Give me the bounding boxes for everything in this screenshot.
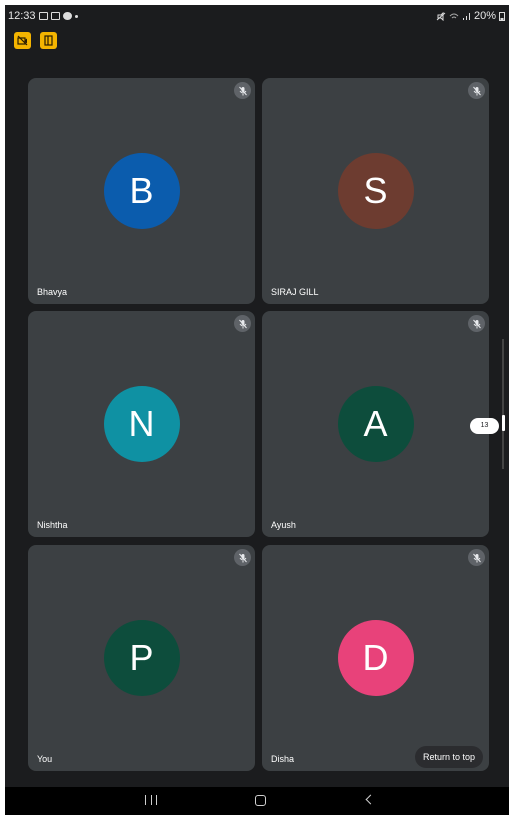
signal-icon bbox=[462, 12, 470, 20]
mute-icon bbox=[436, 11, 446, 21]
participant-tile[interactable]: N Nishtha bbox=[28, 311, 255, 537]
navigation-bar bbox=[5, 787, 509, 815]
home-icon[interactable] bbox=[255, 795, 266, 806]
battery-icon bbox=[499, 12, 505, 21]
participant-tile[interactable]: S SIRAJ GILL bbox=[262, 78, 489, 304]
status-bar: 12:33 20% bbox=[5, 5, 509, 27]
wifi-icon bbox=[449, 13, 459, 18]
avatar: P bbox=[103, 620, 180, 696]
camera-off-icon bbox=[17, 35, 28, 46]
participant-name: Nishtha bbox=[37, 520, 68, 530]
notification-icon bbox=[50, 12, 60, 20]
participant-tile[interactable]: A Ayush bbox=[262, 311, 489, 537]
more-notifications-icon bbox=[74, 14, 78, 18]
participant-tile[interactable]: D Disha bbox=[262, 545, 489, 771]
meeting-screen: 12:33 20% B Bhavya S SIRAJ GILL N Nishth… bbox=[5, 5, 509, 815]
scroll-thumb[interactable] bbox=[502, 415, 505, 431]
scroll-track[interactable] bbox=[502, 339, 504, 469]
mic-off-icon bbox=[234, 549, 251, 566]
back-icon[interactable] bbox=[365, 794, 376, 805]
participant-name: Disha bbox=[271, 754, 295, 764]
mic-off-icon bbox=[234, 82, 251, 99]
avatar: B bbox=[103, 153, 180, 229]
avatar: N bbox=[103, 386, 180, 462]
mic-off-icon bbox=[468, 82, 485, 99]
gallery-icon bbox=[38, 12, 48, 20]
camera-off-button[interactable] bbox=[14, 32, 31, 49]
avatar: A bbox=[337, 386, 414, 462]
participant-name: Ayush bbox=[271, 520, 296, 530]
mic-off-icon bbox=[468, 315, 485, 332]
avatar: S bbox=[337, 153, 414, 229]
participant-tile[interactable]: B Bhavya bbox=[28, 78, 255, 304]
layout-icon bbox=[44, 35, 53, 46]
participant-tile[interactable]: P You bbox=[28, 545, 255, 771]
participant-name: SIRAJ GILL bbox=[271, 287, 319, 297]
recent-apps-icon[interactable] bbox=[145, 795, 157, 807]
mic-off-icon bbox=[468, 549, 485, 566]
battery-percent: 20% bbox=[473, 10, 496, 22]
avatar: D bbox=[337, 620, 414, 696]
status-time: 12:33 bbox=[8, 10, 36, 22]
layout-button[interactable] bbox=[40, 32, 57, 49]
participant-name: Bhavya bbox=[37, 287, 68, 297]
app-notification-icon bbox=[62, 12, 72, 20]
mic-off-icon bbox=[234, 315, 251, 332]
participant-name: You bbox=[37, 754, 53, 764]
page-indicator: 13 bbox=[470, 418, 499, 434]
return-to-top-button[interactable]: Return to top bbox=[415, 746, 483, 768]
